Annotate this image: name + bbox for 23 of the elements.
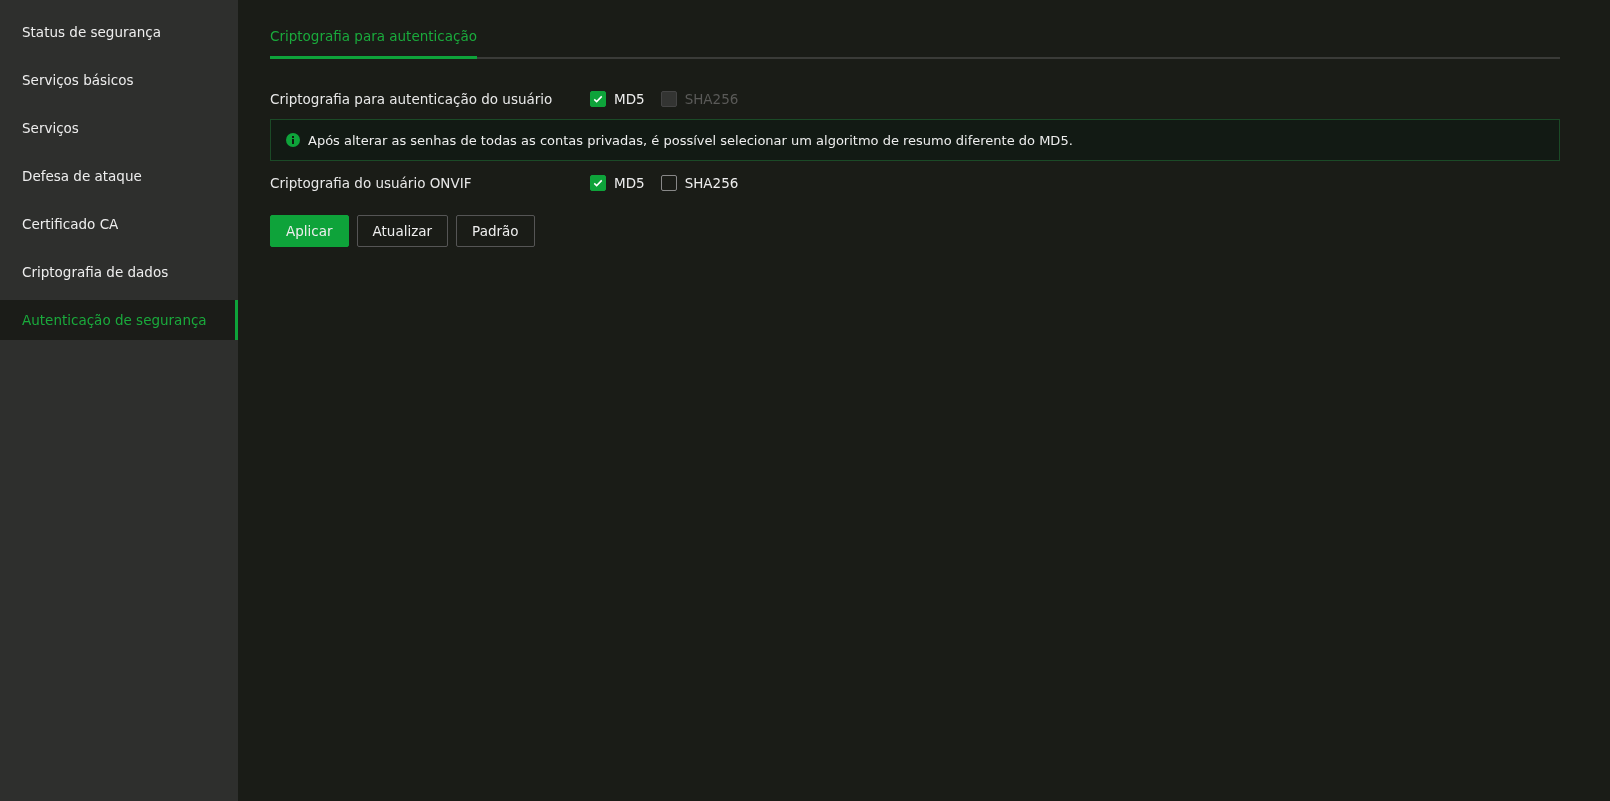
tab[interactable]: Criptografia para autenticação xyxy=(270,28,477,59)
option-label: SHA256 xyxy=(684,175,739,191)
sidebar-item[interactable]: Criptografia de dados xyxy=(0,248,238,296)
checkbox[interactable] xyxy=(590,91,606,107)
field-label: Criptografia do usuário ONVIF xyxy=(270,175,473,191)
sidebar-item[interactable]: Status de segurança xyxy=(0,8,238,56)
check-icon xyxy=(592,177,604,189)
option-label: MD5 xyxy=(614,91,645,107)
field-label: Criptografia para autenticação do usuário xyxy=(270,91,554,107)
sidebar-item[interactable]: Autenticação de segurança xyxy=(0,300,238,340)
action-button[interactable]: Padrão xyxy=(456,215,535,247)
action-button[interactable]: Atualizar xyxy=(356,215,449,247)
sidebar-item[interactable]: Serviços xyxy=(0,104,238,152)
checkbox[interactable] xyxy=(590,175,606,191)
sidebar-item[interactable]: Serviços básicos xyxy=(0,56,238,104)
option-label: MD5 xyxy=(614,175,645,191)
option-label: SHA256 xyxy=(684,91,739,107)
checkbox[interactable] xyxy=(660,175,677,191)
info-icon xyxy=(286,133,300,147)
check-icon xyxy=(592,93,604,105)
notice-text: Após alterar as senhas de todas as contas privadas, é possível selecionar um algoritmo de resumo diferente do MD5. xyxy=(308,132,1073,148)
sidebar-item[interactable]: Certificado CA xyxy=(0,200,238,248)
sidebar-item[interactable]: Defesa de ataque xyxy=(0,152,238,200)
